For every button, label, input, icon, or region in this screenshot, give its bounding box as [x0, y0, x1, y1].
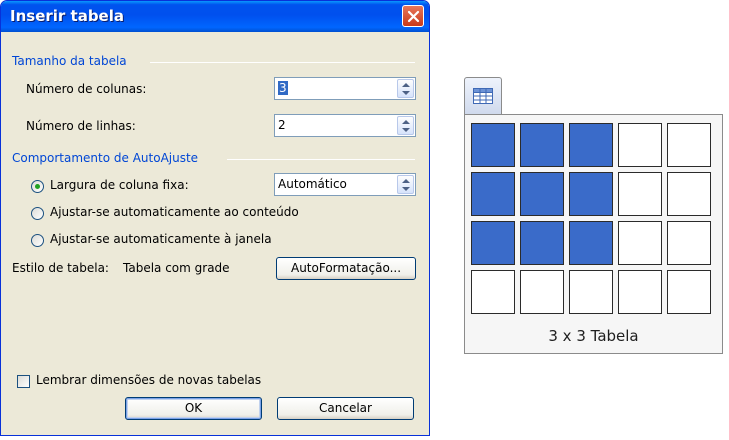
- grid-cell-selected[interactable]: [520, 221, 564, 265]
- grid-cell[interactable]: [471, 270, 515, 314]
- table-style-label: Estilo de tabela:: [12, 261, 109, 275]
- group-divider: [227, 159, 415, 160]
- grid-cell[interactable]: [569, 270, 613, 314]
- close-icon: [407, 10, 420, 23]
- grid-cell[interactable]: [618, 221, 662, 265]
- dialog-title: Inserir tabela: [10, 7, 124, 25]
- fixed-width-value[interactable]: Automático: [278, 177, 347, 191]
- grid-cell-selected[interactable]: [520, 172, 564, 216]
- rows-label: Número de linhas:: [26, 119, 136, 133]
- autofit-content-label[interactable]: Ajustar-se automaticamente ao conteúdo: [50, 205, 299, 219]
- fixed-width-spinner[interactable]: Automático: [274, 173, 416, 196]
- autofit-group-label: Comportamento de AutoAjuste: [12, 151, 199, 165]
- grid-cell[interactable]: [667, 123, 711, 167]
- fixed-width-spin-arrows[interactable]: [397, 175, 414, 194]
- autoformat-button[interactable]: AutoFormatação...: [276, 257, 416, 280]
- grid-cell[interactable]: [618, 172, 662, 216]
- autofit-window-radio[interactable]: [31, 234, 44, 247]
- table-icon: [473, 88, 493, 104]
- table-grid-picker: 3 x 3 Tabela: [464, 114, 723, 354]
- autofit-content-radio[interactable]: [31, 207, 44, 220]
- rows-spinner[interactable]: 2: [274, 114, 416, 137]
- close-button[interactable]: [402, 5, 424, 27]
- grid-cell-selected[interactable]: [569, 221, 613, 265]
- grid-cell[interactable]: [667, 172, 711, 216]
- grid-cell-selected[interactable]: [471, 123, 515, 167]
- fixed-width-radio[interactable]: [31, 180, 44, 193]
- grid-cell[interactable]: [520, 270, 564, 314]
- dialog-body: Tamanho da tabela Número de colunas: 3 N…: [5, 32, 425, 431]
- grid-cell[interactable]: [618, 270, 662, 314]
- grid-size-caption: 3 x 3 Tabela: [548, 327, 639, 345]
- grid-cell-selected[interactable]: [569, 123, 613, 167]
- grid-cell[interactable]: [618, 123, 662, 167]
- rows-value[interactable]: 2: [278, 118, 286, 132]
- ok-button[interactable]: OK: [125, 397, 262, 420]
- grid-cell[interactable]: [667, 270, 711, 314]
- fixed-width-label[interactable]: Largura de coluna fixa:: [50, 178, 189, 192]
- grid-cell[interactable]: [667, 221, 711, 265]
- table-size-group-label: Tamanho da tabela: [12, 54, 127, 68]
- grid-cell-selected[interactable]: [471, 172, 515, 216]
- cancel-button[interactable]: Cancelar: [277, 397, 414, 420]
- title-bar[interactable]: Inserir tabela: [1, 1, 429, 32]
- columns-label: Número de colunas:: [26, 82, 147, 96]
- columns-value[interactable]: 3: [278, 81, 288, 95]
- autofit-window-label[interactable]: Ajustar-se automaticamente à janela: [50, 232, 272, 246]
- columns-spin-arrows[interactable]: [397, 79, 414, 98]
- insert-table-tab[interactable]: [464, 77, 502, 115]
- columns-spinner[interactable]: 3: [274, 77, 416, 100]
- insert-table-dialog: Inserir tabela Tamanho da tabela Número …: [0, 0, 430, 436]
- table-style-value: Tabela com grade: [123, 261, 230, 275]
- remember-dimensions-label[interactable]: Lembrar dimensões de novas tabelas: [36, 373, 261, 387]
- grid-cell-selected[interactable]: [569, 172, 613, 216]
- remember-dimensions-checkbox[interactable]: [17, 375, 30, 388]
- grid-cell-selected[interactable]: [471, 221, 515, 265]
- rows-spin-arrows[interactable]: [397, 116, 414, 135]
- grid-cell-selected[interactable]: [520, 123, 564, 167]
- group-divider: [150, 62, 415, 63]
